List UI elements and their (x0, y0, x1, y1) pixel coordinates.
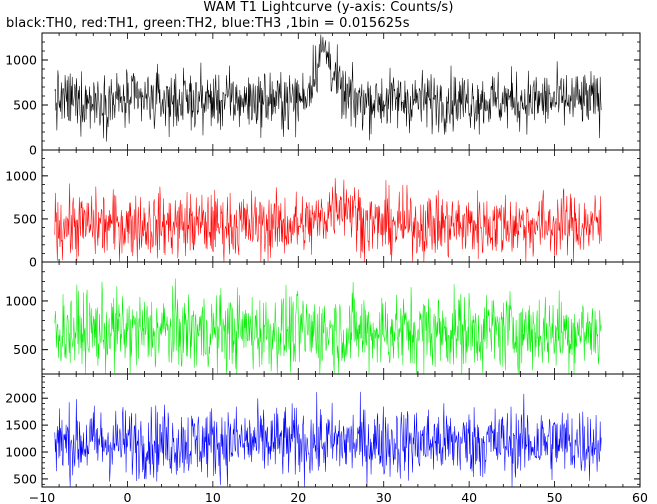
x-tick-label: 10 (205, 490, 221, 504)
series-line-th2 (54, 278, 602, 374)
y-tick-label: 1000 (5, 445, 37, 460)
lightcurve-plot: 05001000050010005001000500100015002000−1… (5, 32, 648, 504)
y-tick-label: 1000 (5, 53, 37, 68)
panel-th3: 500 1000 1500 2000 (5, 373, 641, 488)
x-tick-label: 0 (123, 490, 131, 504)
series-line-th1 (54, 178, 602, 262)
panel-th1: 0 500 1000 (5, 149, 641, 270)
y-tick-label: 2000 (5, 391, 37, 406)
panel-frame (41, 261, 641, 375)
y-tick-label: 0 (29, 143, 37, 158)
y-tick-label: 1500 (5, 418, 37, 433)
y-tick-label: 0 (29, 255, 37, 270)
y-tick-label: 500 (13, 471, 37, 486)
y-tick-label: 1000 (5, 293, 37, 308)
series-line-th0 (54, 34, 602, 142)
x-tick-label: −10 (29, 490, 55, 504)
x-tick-label: 20 (290, 490, 306, 504)
panel-th2: 500 1000 (5, 261, 641, 375)
y-tick-label: 500 (13, 98, 37, 113)
y-tick-label: 500 (13, 211, 37, 226)
panel-th0: 0 500 1000 (5, 32, 641, 158)
series-line-th3 (54, 391, 602, 487)
x-tick-label: 30 (376, 490, 392, 504)
x-tick-label: 40 (461, 490, 477, 504)
y-tick-label: 500 (13, 342, 37, 357)
x-tick-label: 50 (547, 490, 563, 504)
x-tick-label: 60 (632, 490, 648, 504)
panel-frame (41, 32, 641, 151)
y-tick-label: 1000 (5, 168, 37, 183)
